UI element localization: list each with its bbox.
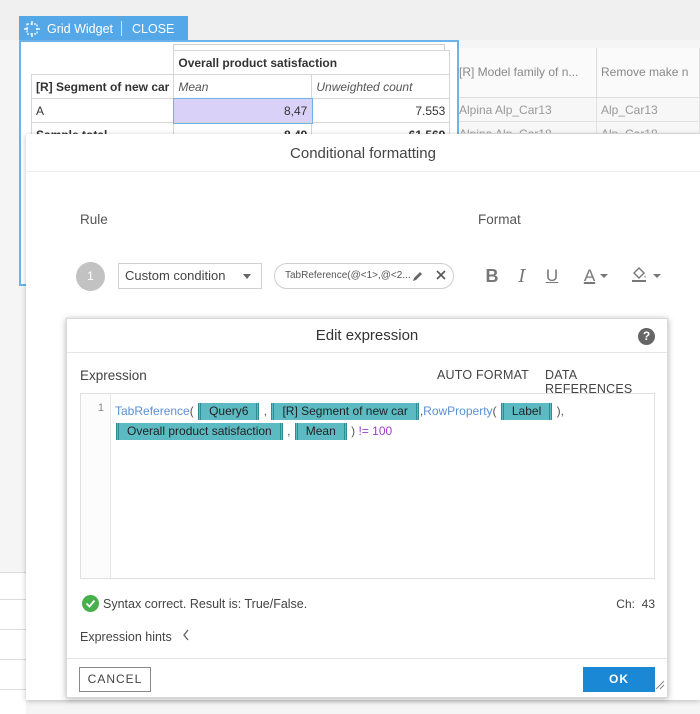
table-row: A 8,47 7.553 (30, 97, 451, 124)
condition-type-value: Custom condition (125, 268, 226, 283)
chevron-down-icon (652, 274, 661, 278)
chevron-down-icon (600, 274, 609, 278)
reference-token-segment[interactable]: [R] Segment of new car (271, 403, 419, 421)
reference-token-measure[interactable]: Overall product satisfaction (116, 423, 283, 441)
underline-button[interactable]: U (543, 264, 561, 288)
row-label[interactable]: A (30, 98, 175, 123)
operator: != (358, 424, 369, 438)
widget-move-icon[interactable] (19, 16, 45, 41)
expression-hints-label: Expression hints (80, 629, 172, 644)
grid-widget-tab[interactable]: Grid Widget CLOSE (19, 16, 189, 41)
bg-cell: Alpina Alp_Car18 (455, 122, 597, 134)
cell-count[interactable]: 7.553 (311, 98, 451, 123)
edit-pencil-icon[interactable] (411, 269, 424, 293)
cancel-button[interactable]: CANCEL (79, 667, 151, 692)
resize-handle-icon[interactable] (655, 677, 665, 695)
function-name: TabReference (115, 404, 190, 418)
character-count-label: Ch: (616, 597, 635, 611)
clear-expression-icon[interactable] (434, 268, 448, 292)
data-grid: Overall product satisfaction [R] Segment… (30, 50, 451, 147)
bold-button[interactable]: B (482, 264, 502, 288)
expression-hints-toggle[interactable]: Expression hints (80, 629, 190, 644)
dialog-title: Edit expression (67, 319, 667, 353)
fill-color-button[interactable] (628, 264, 662, 288)
number-literal: 100 (372, 424, 393, 438)
syntax-status-text: Syntax correct. Result is: True/False. (103, 596, 308, 611)
reference-token-mean[interactable]: Mean (294, 423, 347, 441)
ok-button[interactable]: OK (583, 667, 655, 692)
measure-header[interactable]: Overall product satisfaction (173, 50, 451, 75)
auto-format-button[interactable]: AUTO FORMAT (437, 368, 529, 382)
bg-cell: Alp_Car18 (597, 122, 700, 134)
expression-code[interactable]: TabReference( Query6 , [R] Segment of ne… (115, 401, 650, 441)
paint-bucket-icon (630, 265, 648, 288)
bg-column-header-model-family[interactable]: [R] Model family of n... (455, 48, 597, 98)
rule-label: Rule (80, 212, 108, 227)
data-references-button[interactable]: DATA REFERENCES (545, 368, 667, 396)
widget-close-button[interactable]: CLOSE (122, 22, 188, 36)
bg-column-header-remove-make[interactable]: Remove make n (597, 48, 700, 98)
dialog-footer: CANCEL OK (67, 658, 667, 697)
chevron-left-icon (182, 629, 190, 644)
character-count: Ch: 43 (616, 597, 655, 611)
edit-expression-dialog: Edit expression ? Expression AUTO FORMAT… (66, 318, 668, 698)
condition-type-select[interactable]: Custom condition (118, 263, 262, 289)
row-header[interactable]: [R] Segment of new car (30, 74, 175, 99)
sub-header-unweighted-count[interactable]: Unweighted count (311, 74, 451, 99)
dialog-title: Conditional formatting (26, 134, 700, 172)
character-count-value: 43 (641, 597, 655, 611)
sub-header-mean[interactable]: Mean (173, 74, 313, 99)
expression-preview-text: TabReference(@<1>,@<2... (285, 270, 411, 281)
selected-cell-mean[interactable]: 8,47 (172, 97, 313, 124)
reference-token-query[interactable]: Query6 (198, 403, 260, 421)
line-number: 1 (81, 394, 111, 578)
font-color-button[interactable]: A (581, 264, 611, 288)
italic-button[interactable]: I (514, 264, 530, 288)
reference-token-label[interactable]: Label (500, 403, 553, 421)
expression-editor[interactable]: 1 TabReference( Query6 , [R] Segment of … (80, 393, 655, 579)
bg-cell: Alp_Car13 (597, 98, 700, 122)
bg-cell: Alpina Alp_Car13 (455, 98, 597, 122)
expression-label: Expression (80, 368, 147, 383)
expression-preview-field[interactable]: TabReference(@<1>,@<2... (274, 263, 454, 289)
rule-number-badge: 1 (76, 262, 105, 291)
function-name: RowProperty (423, 404, 493, 418)
format-label: Format (478, 212, 521, 227)
font-color-glyph: A (583, 266, 596, 285)
check-circle-icon (82, 595, 99, 612)
grid-corner (32, 51, 174, 75)
chevron-down-icon (243, 274, 251, 279)
widget-title: Grid Widget (47, 21, 113, 36)
help-icon[interactable]: ? (638, 328, 655, 345)
bg-left-strip (0, 572, 26, 714)
syntax-status: Syntax correct. Result is: True/False. (82, 595, 307, 612)
